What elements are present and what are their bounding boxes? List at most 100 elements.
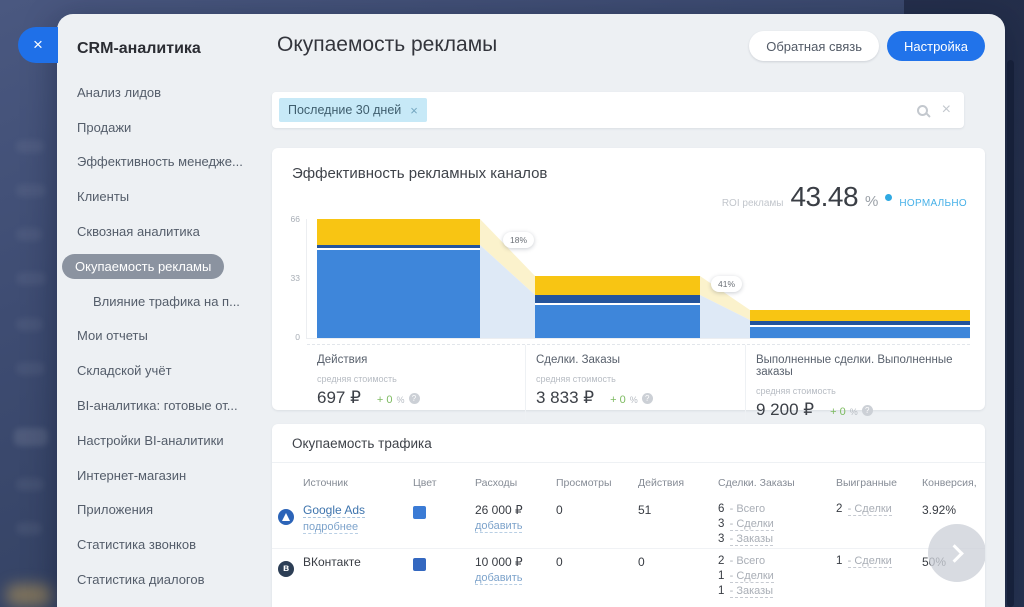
sidebar-item-call-stats[interactable]: Статистика звонков — [57, 527, 272, 562]
sidebar-item-apps[interactable]: Приложения — [57, 493, 272, 528]
sidebar-title: CRM-аналитика — [77, 40, 201, 58]
deal-orders-link[interactable]: - Заказы — [730, 585, 773, 598]
roi-unit: % — [865, 193, 878, 210]
bar-segment-yellow — [317, 219, 480, 245]
search-icon[interactable] — [917, 105, 928, 116]
sidebar-item-my-reports[interactable]: Мои отчеты — [57, 319, 272, 354]
sidebar-item-lead-analysis[interactable]: Анализ лидов — [57, 75, 272, 110]
close-panel-button[interactable]: × — [18, 27, 58, 63]
deal-deals-link[interactable]: - Сделки — [730, 518, 774, 531]
sidebar-item-online-store[interactable]: Интернет-магазин — [57, 458, 272, 493]
funnel-stage-labels: Действия средняя стоимость 697 ₽ + 0 % С… — [307, 344, 970, 420]
funnel-bar-deals-orders[interactable] — [535, 276, 700, 338]
sidebar-item-dialog-stats[interactable]: Статистика диалогов — [57, 562, 272, 597]
main-content: Окупаемость рекламы Обратная связь Настр… — [272, 14, 985, 607]
sidebar: CRM-аналитика Анализ лидов Продажи Эффек… — [57, 14, 272, 607]
deal-total-num: 2 — [718, 555, 724, 567]
sidebar-item-traffic-influence[interactable]: Влияние трафика на п... — [57, 284, 272, 319]
sidebar-item-end-to-end-analytics[interactable]: Сквозная аналитика — [57, 214, 272, 249]
google-ads-icon — [278, 509, 294, 525]
expenses-add-link[interactable]: добавить — [475, 572, 522, 585]
stage-delta: + 0 — [610, 394, 626, 406]
info-icon[interactable] — [409, 393, 420, 404]
y-tick-33: 33 — [276, 273, 300, 283]
stage-avg-cost: 9 200 ₽ — [756, 400, 814, 420]
filter-tag-label: Последние 30 дней — [288, 103, 401, 117]
stage-delta-unit: % — [397, 395, 405, 405]
background-menu-blob — [16, 140, 44, 153]
col-color: Цвет — [413, 477, 437, 489]
divider — [272, 462, 985, 463]
expenses-value: 10 000 ₽ — [475, 555, 523, 569]
settings-button[interactable]: Настройка — [887, 31, 985, 61]
page-scrollbar[interactable] — [1007, 60, 1014, 607]
sidebar-item-clients[interactable]: Клиенты — [57, 179, 272, 214]
filter-tag-remove-icon[interactable]: × — [410, 103, 418, 118]
traffic-payback-card: Окупаемость трафика Источник Цвет Расход… — [272, 424, 985, 607]
stage-actions: Действия средняя стоимость 697 ₽ + 0 % — [307, 345, 525, 420]
stage-subtitle: средняя стоимость — [317, 374, 525, 384]
deal-total-num: 6 — [718, 503, 724, 515]
roi-status-badge[interactable]: НОРМАЛЬНО — [899, 198, 967, 209]
won-link[interactable]: - Сделки — [848, 555, 892, 568]
source-details-link[interactable]: подробнее — [303, 521, 358, 534]
background-menu-blob — [16, 318, 43, 331]
stage-subtitle: средняя стоимость — [756, 386, 970, 396]
won-num: 2 — [836, 503, 842, 515]
stage-name: Действия — [317, 354, 525, 366]
sidebar-item-bi-settings[interactable]: Настройки BI-аналитики — [57, 423, 272, 458]
deals-cell: 6 - Всего 3 - Сделки 3 - Заказы — [718, 503, 774, 545]
won-cell: 1 - Сделки — [836, 555, 892, 567]
sidebar-item-bi-ready-reports[interactable]: BI-аналитика: готовые от... — [57, 388, 272, 423]
views-value: 0 — [556, 503, 563, 517]
x-axis-line — [306, 338, 970, 339]
bar-segment-blue — [535, 305, 700, 338]
background-menu-blob — [16, 228, 42, 241]
source-link[interactable]: Google Ads — [303, 503, 365, 518]
table-scroll-right-button[interactable] — [928, 524, 985, 582]
background-menu-blob — [16, 522, 42, 535]
header-buttons: Обратная связь Настройка — [749, 31, 985, 61]
stage-name: Сделки. Заказы — [536, 354, 745, 366]
conversion-pill-1: 18% — [503, 232, 534, 248]
page-title: Окупаемость рекламы — [277, 33, 497, 57]
col-conversion: Конверсия, — [922, 477, 977, 489]
info-icon[interactable] — [862, 405, 873, 416]
clear-filter-icon[interactable]: × — [942, 102, 951, 118]
deal-orders-link[interactable]: - Заказы — [730, 533, 773, 546]
stage-avg-cost: 3 833 ₽ — [536, 388, 594, 408]
y-tick-66: 66 — [276, 214, 300, 224]
crm-analytics-slider-panel: CRM-аналитика Анализ лидов Продажи Эффек… — [57, 14, 1005, 607]
deal-total-label: - Всего — [730, 555, 766, 567]
deals-cell: 2 - Всего 1 - Сделки 1 - Заказы — [718, 555, 774, 597]
background-menu-blob — [16, 362, 45, 375]
funnel-bar-actions[interactable] — [317, 219, 480, 338]
won-link[interactable]: - Сделки — [848, 503, 892, 516]
sidebar-item-manager-efficiency[interactable]: Эффективность менедже... — [57, 145, 272, 180]
roi-value: 43.48 — [790, 181, 858, 213]
views-value: 0 — [556, 555, 563, 569]
filter-tag-period[interactable]: Последние 30 дней × — [279, 98, 427, 122]
table-row-google-ads: Google Ads подробнее 26 000 ₽ добавить 0… — [272, 500, 985, 548]
y-axis-line — [306, 219, 307, 338]
filter-input[interactable] — [427, 92, 917, 128]
sidebar-item-sales[interactable]: Продажи — [57, 110, 272, 145]
background-menu-blob — [16, 478, 44, 491]
bar-segment-blue — [317, 250, 480, 338]
feedback-button[interactable]: Обратная связь — [749, 31, 879, 61]
active-item-pill: Окупаемость рекламы — [62, 254, 224, 279]
info-icon[interactable] — [642, 393, 653, 404]
sidebar-item-ad-payback-active[interactable]: Окупаемость рекламы — [57, 249, 272, 284]
vkontakte-icon — [278, 561, 294, 577]
conversion-pill-2: 41% — [711, 276, 742, 292]
col-won: Выигранные — [836, 477, 897, 489]
chevron-right-icon — [945, 544, 963, 562]
funnel-bar-completed-deals[interactable] — [750, 310, 970, 338]
color-swatch[interactable] — [413, 558, 426, 571]
deal-total-label: - Всего — [730, 503, 766, 515]
conversion-value: 3.92% — [922, 503, 956, 517]
deal-deals-link[interactable]: - Сделки — [730, 570, 774, 583]
sidebar-item-warehouse[interactable]: Складской учёт — [57, 353, 272, 388]
color-swatch[interactable] — [413, 506, 426, 519]
expenses-add-link[interactable]: добавить — [475, 520, 522, 533]
